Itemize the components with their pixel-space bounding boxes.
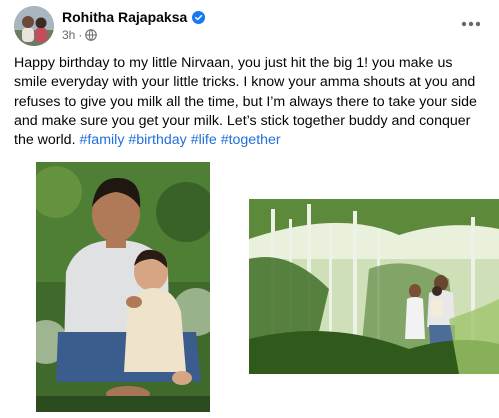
post-header: Rohitha Rajapaksa 3h · xyxy=(14,6,485,46)
post-body: Happy birthday to my little Nirvaan, you… xyxy=(14,54,488,150)
post-media xyxy=(0,158,499,418)
photo-father-and-baby[interactable] xyxy=(36,162,210,412)
more-horizontal-icon xyxy=(461,21,481,27)
hashtag-life[interactable]: #life xyxy=(191,132,217,148)
author-row: Rohitha Rajapaksa xyxy=(62,9,206,25)
post-meta: 3h · xyxy=(62,28,98,42)
author-name[interactable]: Rohitha Rajapaksa xyxy=(62,9,187,25)
meta-separator: · xyxy=(78,28,83,42)
hashtag-family[interactable]: #family xyxy=(79,132,124,148)
globe-icon[interactable] xyxy=(85,29,98,41)
photo-family-garden[interactable] xyxy=(249,199,499,374)
hashtag-together[interactable]: #together xyxy=(221,132,281,148)
verified-badge-icon xyxy=(192,10,206,24)
more-options-button[interactable] xyxy=(457,10,485,38)
post-time[interactable]: 3h xyxy=(62,28,75,42)
author-avatar[interactable] xyxy=(14,6,54,46)
hashtag-birthday[interactable]: #birthday xyxy=(128,132,186,148)
